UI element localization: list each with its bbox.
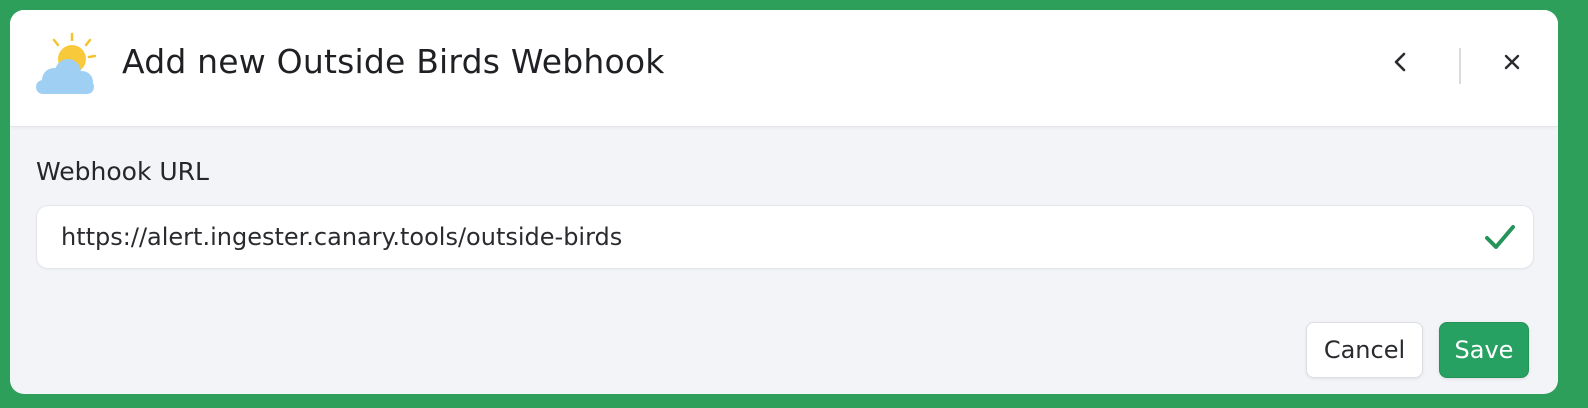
webhook-url-input[interactable] xyxy=(61,206,1461,268)
dialog-title: Add new Outside Birds Webhook xyxy=(122,42,665,81)
window-frame: Add new Outside Birds Webhook Webhook UR… xyxy=(0,0,1588,408)
webhook-url-field[interactable] xyxy=(36,205,1534,269)
dialog-header: Add new Outside Birds Webhook xyxy=(10,10,1558,127)
save-button[interactable]: Save xyxy=(1439,322,1529,378)
sun-behind-cloud-icon xyxy=(32,30,102,100)
webhook-url-label: Webhook URL xyxy=(36,157,209,186)
close-icon xyxy=(1502,52,1522,76)
webhook-dialog: Add new Outside Birds Webhook Webhook UR… xyxy=(10,10,1558,394)
close-button[interactable] xyxy=(1494,46,1530,82)
chevron-left-icon xyxy=(1390,50,1410,78)
cancel-button[interactable]: Cancel xyxy=(1306,322,1423,378)
checkmark-icon xyxy=(1483,222,1517,252)
header-divider xyxy=(1459,48,1461,84)
back-button[interactable] xyxy=(1382,46,1418,82)
